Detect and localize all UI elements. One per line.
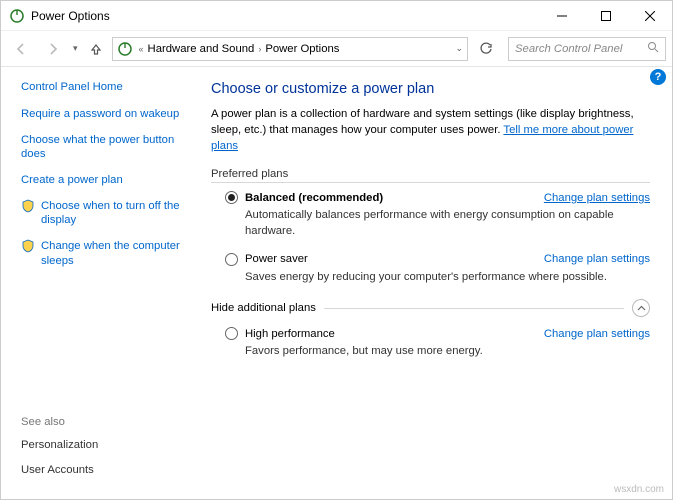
help-icon[interactable]: ? — [650, 69, 666, 85]
sidebar-link-personalization[interactable]: Personalization — [21, 438, 185, 453]
see-also-label: See also — [21, 416, 185, 428]
titlebar: Power Options — [1, 1, 672, 31]
shield-icon — [21, 199, 35, 213]
power-options-icon — [9, 8, 25, 24]
chevron-left-icon: « — [137, 44, 146, 54]
chevron-right-icon: › — [256, 44, 263, 54]
breadcrumb-dropdown-icon[interactable]: ⌄ — [451, 43, 463, 54]
close-button[interactable] — [628, 1, 672, 31]
back-button[interactable] — [7, 35, 35, 63]
plan-desc-high-performance: Favors performance, but may use more ene… — [245, 344, 650, 359]
hide-additional-plans-label: Hide additional plans — [211, 302, 316, 314]
heading: Choose or customize a power plan — [211, 81, 650, 97]
change-plan-settings-high-performance[interactable]: Change plan settings — [544, 328, 650, 340]
plan-desc-balanced: Automatically balances performance with … — [245, 208, 650, 239]
plan-desc-power-saver: Saves energy by reducing your computer's… — [245, 270, 650, 285]
breadcrumb-hardware-sound[interactable]: Hardware and Sound — [148, 43, 255, 55]
sidebar-link-require-password[interactable]: Require a password on wakeup — [21, 107, 185, 122]
search-input[interactable]: Search Control Panel — [508, 37, 666, 61]
sidebar-link-turn-off-display[interactable]: Choose when to turn off the display — [21, 199, 185, 228]
sidebar-link-user-accounts[interactable]: User Accounts — [21, 463, 185, 478]
plan-high-performance: High performance Change plan settings Fa… — [225, 327, 650, 359]
window-controls — [540, 1, 672, 31]
navbar: ▾ « Hardware and Sound › Power Options ⌄… — [1, 31, 672, 67]
watermark: wsxdn.com — [614, 484, 664, 495]
sidebar: Control Panel Home Require a password on… — [1, 67, 197, 499]
search-icon — [647, 41, 659, 56]
plan-power-saver: Power saver Change plan settings Saves e… — [225, 253, 650, 285]
control-panel-home-link[interactable]: Control Panel Home — [21, 81, 185, 93]
change-plan-settings-power-saver[interactable]: Change plan settings — [544, 253, 650, 265]
minimize-button[interactable] — [540, 1, 584, 31]
sidebar-link-create-plan[interactable]: Create a power plan — [21, 173, 185, 188]
sidebar-link-power-button[interactable]: Choose what the power button does — [21, 133, 185, 162]
content: Control Panel Home Require a password on… — [1, 67, 672, 499]
breadcrumb-power-options[interactable]: Power Options — [265, 43, 339, 55]
refresh-button[interactable] — [474, 37, 498, 61]
change-plan-settings-balanced[interactable]: Change plan settings — [544, 192, 650, 204]
chevron-up-icon — [637, 304, 646, 313]
power-options-icon — [117, 41, 133, 57]
plan-name-balanced: Balanced (recommended) — [245, 192, 383, 204]
forward-button[interactable] — [39, 35, 67, 63]
preferred-plans-label: Preferred plans — [211, 168, 650, 180]
radio-high-performance[interactable] — [225, 327, 238, 340]
divider — [211, 182, 650, 183]
shield-icon — [21, 239, 35, 253]
hide-additional-plans-row: Hide additional plans — [211, 299, 650, 317]
plan-name-power-saver: Power saver — [245, 253, 308, 265]
search-placeholder: Search Control Panel — [515, 43, 622, 55]
plan-balanced: Balanced (recommended) Change plan setti… — [225, 191, 650, 239]
radio-balanced[interactable] — [225, 191, 238, 204]
history-dropdown-icon[interactable]: ▾ — [71, 43, 80, 54]
breadcrumb[interactable]: « Hardware and Sound › Power Options ⌄ — [112, 37, 468, 61]
collapse-button[interactable] — [632, 299, 650, 317]
up-button[interactable] — [84, 37, 108, 61]
window-title: Power Options — [31, 9, 540, 23]
main-content: ? Choose or customize a power plan A pow… — [197, 67, 672, 499]
maximize-button[interactable] — [584, 1, 628, 31]
divider — [324, 308, 624, 309]
intro-text: A power plan is a collection of hardware… — [211, 107, 650, 154]
sidebar-link-computer-sleeps[interactable]: Change when the computer sleeps — [21, 239, 185, 268]
radio-power-saver[interactable] — [225, 253, 238, 266]
plan-name-high-performance: High performance — [245, 328, 335, 340]
